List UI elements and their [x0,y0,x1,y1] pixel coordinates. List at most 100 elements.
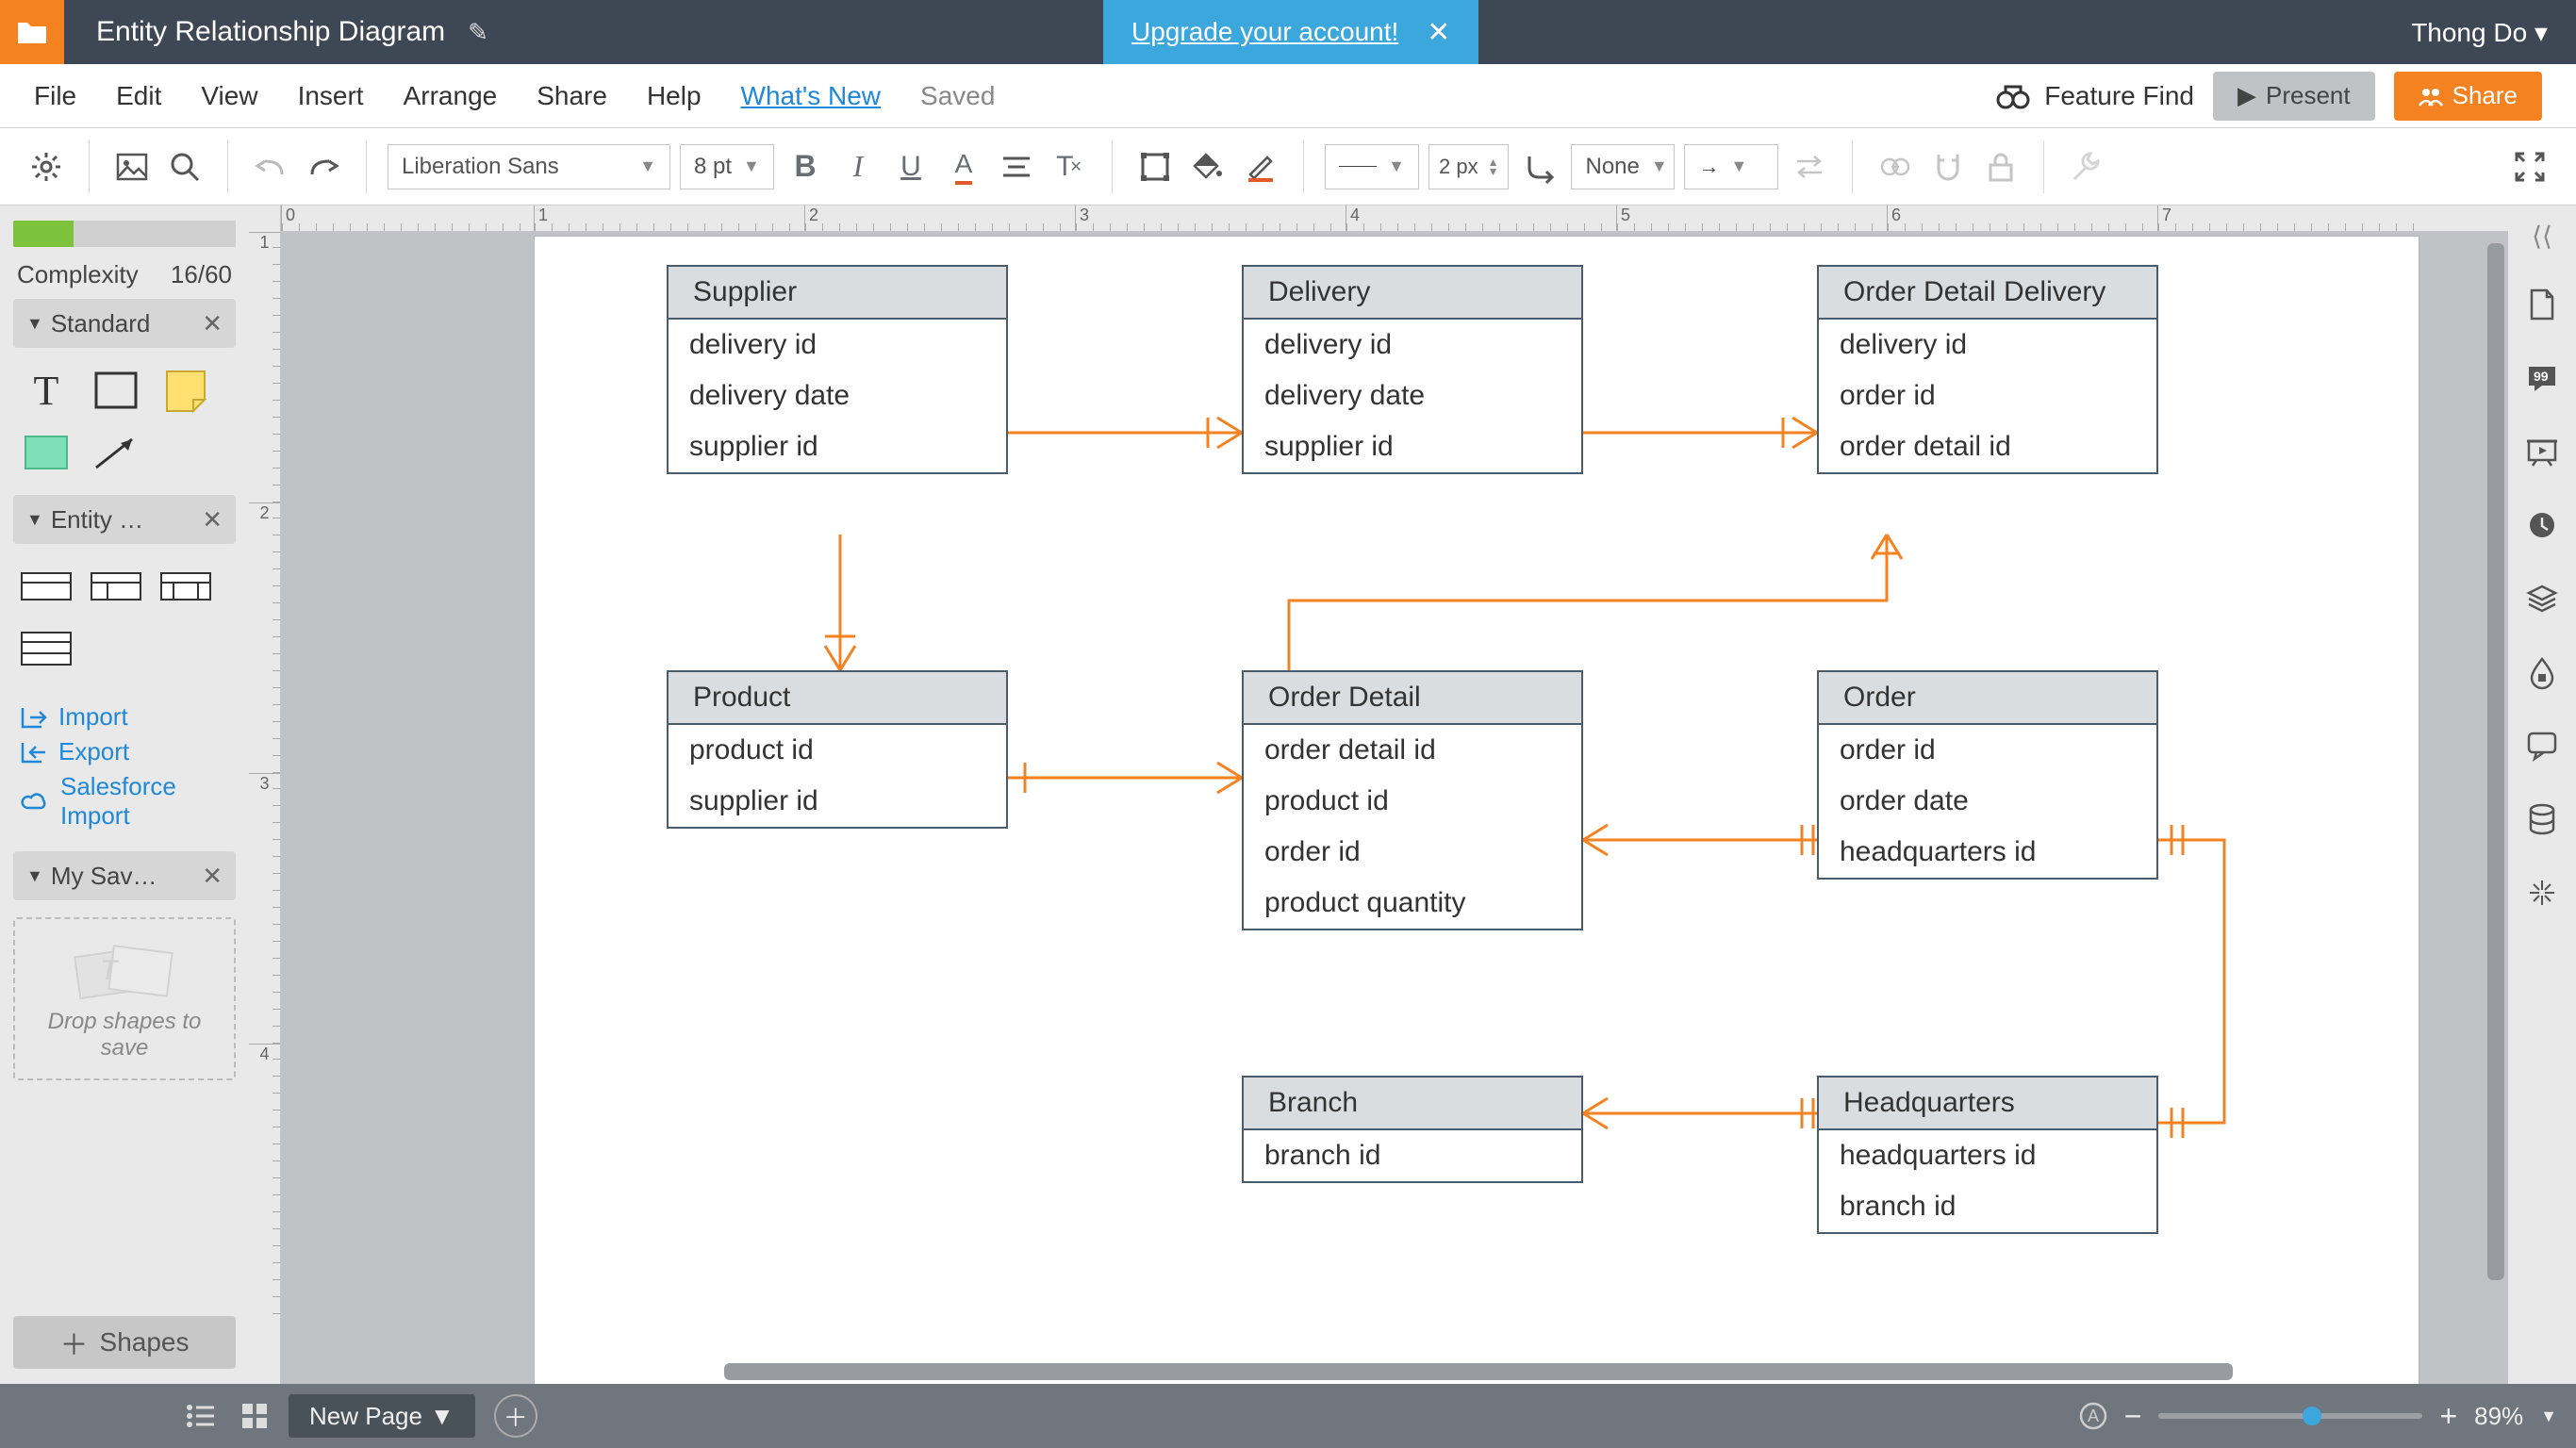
upgrade-close-icon[interactable]: ✕ [1427,16,1450,49]
entity-order[interactable]: Orderorder idorder dateheadquarters id [1817,670,2158,880]
app-logo[interactable] [0,0,64,64]
salesforce-link[interactable]: Salesforce Import [21,772,228,831]
horizontal-scrollbar[interactable] [724,1363,2233,1380]
menu-insert[interactable]: Insert [298,81,364,111]
section-saved-header[interactable]: ▼My Sav…✕ [13,851,236,900]
arrow-end-select[interactable]: →▼ [1684,144,1778,189]
italic-icon[interactable]: I [836,145,880,189]
menu-view[interactable]: View [201,81,257,111]
text-color-icon[interactable]: A [942,145,985,189]
close-icon[interactable]: ✕ [202,505,223,535]
section-entity-header[interactable]: ▼Entity …✕ [13,495,236,544]
rect-shape[interactable] [89,367,143,414]
underline-icon[interactable]: U [889,145,933,189]
entity-attribute[interactable]: supplier id [1244,421,1581,472]
entity-odd[interactable]: Order Detail Deliverydelivery idorder id… [1817,265,2158,474]
grid-view-icon[interactable] [234,1395,275,1437]
swap-ends-icon[interactable] [1788,145,1831,189]
entity-title[interactable]: Supplier [669,267,1006,320]
share-button[interactable]: Share [2394,72,2542,121]
note-shape[interactable] [158,367,213,414]
edit-title-icon[interactable]: ✎ [468,18,488,47]
canvas[interactable]: Supplierdelivery iddelivery datesupplier… [534,236,2419,1384]
entity-attribute[interactable]: order detail id [1819,421,2156,472]
entity-product[interactable]: Productproduct idsupplier id [667,670,1008,829]
feature-find[interactable]: Feature Find [1997,81,2194,111]
font-select[interactable]: Liberation Sans▼ [388,144,670,189]
outline-view-icon[interactable] [179,1395,221,1437]
entity-attribute[interactable]: headquarters id [1819,1130,2156,1181]
insert-image-icon[interactable] [110,145,154,189]
drop-icon[interactable] [2521,651,2563,693]
entity-attribute[interactable]: order id [1819,725,2156,776]
entity-delivery[interactable]: Deliverydelivery iddelivery datesupplier… [1242,265,1583,474]
fullscreen-icon[interactable] [2508,145,2551,189]
entity-attribute[interactable]: order id [1819,370,2156,421]
entity-attribute[interactable]: headquarters id [1819,827,2156,878]
entity-title[interactable]: Order Detail Delivery [1819,267,2156,320]
layers-icon[interactable] [2521,578,2563,619]
entity-attribute[interactable]: product id [669,725,1006,776]
shapes-button[interactable]: ＋Shapes [13,1316,236,1369]
entity-attribute[interactable]: product quantity [1244,878,1581,929]
zoom-in-button[interactable]: + [2439,1399,2457,1434]
sparkle-icon[interactable] [2521,872,2563,913]
erd-shape-2[interactable] [89,563,143,610]
shape-border-icon[interactable] [1133,145,1177,189]
close-icon[interactable]: ✕ [202,862,223,891]
wrench-icon[interactable] [2065,145,2108,189]
chat-icon[interactable] [2521,725,2563,766]
entity-attribute[interactable]: product id [1244,776,1581,827]
line-shape-icon[interactable] [1518,145,1561,189]
upgrade-link[interactable]: Upgrade your account! [1131,17,1398,47]
menu-edit[interactable]: Edit [116,81,161,111]
menu-arrange[interactable]: Arrange [404,81,498,111]
align-icon[interactable] [995,145,1038,189]
database-icon[interactable] [2521,798,2563,840]
arrow-shape[interactable] [89,429,143,476]
auto-zoom-icon[interactable]: A [2079,1402,2107,1430]
saved-dropzone[interactable]: T Drop shapes to save [13,917,236,1080]
presentation-icon[interactable] [2521,431,2563,472]
section-standard-header[interactable]: ▼Standard✕ [13,299,236,348]
entity-od[interactable]: Order Detailorder detail idproduct idord… [1242,670,1583,930]
lock-icon[interactable] [1979,145,2023,189]
line-pattern-select[interactable]: ▼ [1325,144,1419,189]
entity-attribute[interactable]: branch id [1244,1130,1581,1181]
entity-title[interactable]: Delivery [1244,267,1581,320]
line-end-select[interactable]: None▼ [1571,144,1675,189]
export-link[interactable]: Export [21,737,228,766]
search-icon[interactable] [163,145,206,189]
menu-whats-new[interactable]: What's New [741,81,882,111]
entity-attribute[interactable]: order date [1819,776,2156,827]
entity-attribute[interactable]: delivery date [669,370,1006,421]
add-page-button[interactable]: ＋ [494,1394,537,1438]
entity-attribute[interactable]: branch id [1819,1181,2156,1232]
comment-icon[interactable]: 99 [2521,357,2563,399]
entity-branch[interactable]: Branchbranch id [1242,1076,1583,1183]
entity-attribute[interactable]: order detail id [1244,725,1581,776]
erd-shape-1[interactable] [19,563,74,610]
zoom-slider[interactable] [2158,1413,2422,1419]
close-icon[interactable]: ✕ [202,309,223,338]
entity-attribute[interactable]: delivery id [669,320,1006,370]
link-icon[interactable] [1874,145,1917,189]
zoom-value[interactable]: 89% [2474,1402,2523,1431]
collapse-rail-icon[interactable]: ⟨⟨ [2532,221,2552,252]
history-icon[interactable] [2521,504,2563,546]
menu-share[interactable]: Share [537,81,607,111]
redo-icon[interactable] [302,145,345,189]
undo-icon[interactable] [249,145,292,189]
magnet-icon[interactable] [1926,145,1970,189]
entity-attribute[interactable]: delivery id [1244,320,1581,370]
entity-attribute[interactable]: supplier id [669,421,1006,472]
import-link[interactable]: Import [21,702,228,732]
text-shape[interactable]: T [19,367,74,414]
page-icon[interactable] [2521,284,2563,325]
entity-title[interactable]: Product [669,672,1006,725]
settings-gear-icon[interactable] [25,145,68,189]
page-tab[interactable]: New Page ▼ [289,1394,475,1438]
fill-color-icon[interactable] [1186,145,1230,189]
entity-title[interactable]: Order Detail [1244,672,1581,725]
bold-icon[interactable]: B [784,145,827,189]
